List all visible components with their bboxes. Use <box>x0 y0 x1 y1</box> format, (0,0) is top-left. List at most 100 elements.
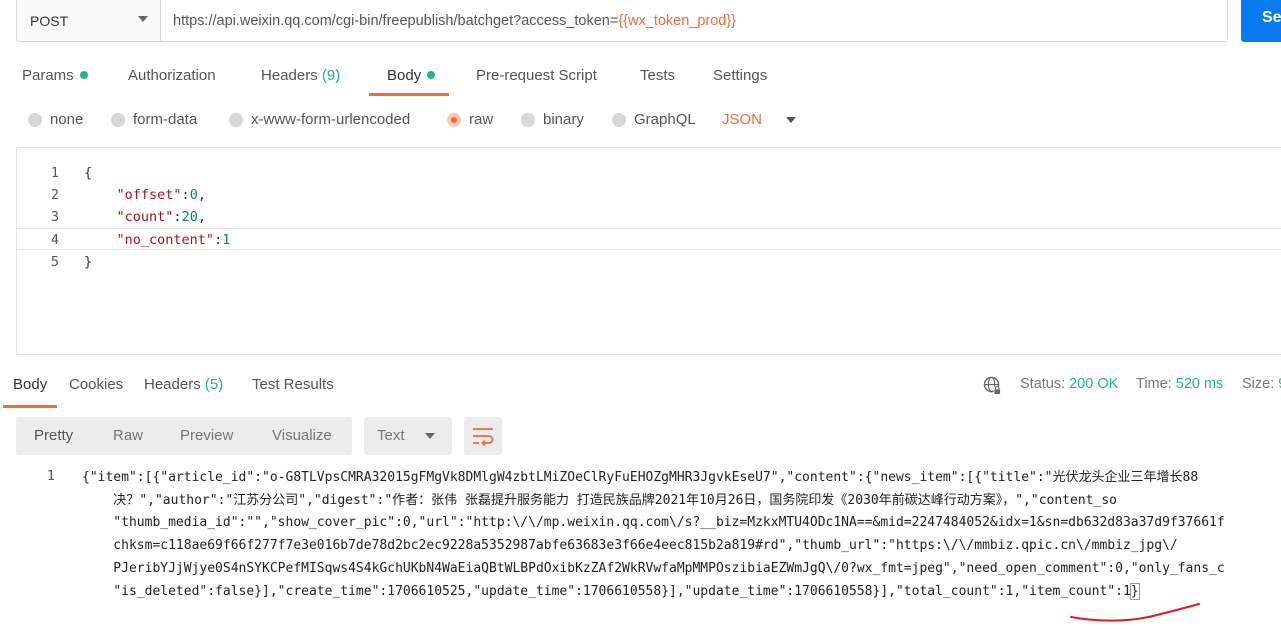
send-label: Se <box>1262 9 1281 26</box>
status-value: 200 OK <box>1069 376 1119 392</box>
format-label: Text <box>377 427 405 444</box>
chevron-down-icon <box>425 433 435 439</box>
matched-bracket: } <box>1129 582 1140 600</box>
response-line: {"item":[{"article_id":"o-G8TLVpsCMRA320… <box>82 470 1199 485</box>
tab-prerequest-script[interactable]: Pre-request Script <box>476 60 597 96</box>
radio-binary[interactable]: binary <box>521 111 584 128</box>
tab-body[interactable]: Body <box>368 60 450 96</box>
request-body-editor[interactable]: 1 { 2 "offset":0, 3 "count":20, 4 "no_co… <box>16 147 1281 355</box>
tab-label: Body <box>387 67 422 84</box>
response-body[interactable]: {"item":[{"article_id":"o-G8TLVpsCMRA320… <box>82 467 1281 603</box>
wrap-lines-icon[interactable] <box>464 417 502 455</box>
tab-label: Params <box>22 67 74 84</box>
network-globe-icon[interactable] <box>983 376 1002 395</box>
json-sep: : <box>214 232 223 248</box>
method-label: POST <box>30 12 69 29</box>
radio-label: none <box>50 111 84 128</box>
chevron-down-icon <box>138 16 148 22</box>
radio-icon <box>612 112 626 127</box>
radio-label: binary <box>543 111 584 128</box>
json-key: "count" <box>116 209 174 225</box>
tab-response-headers[interactable]: Headers (5) <box>144 376 223 393</box>
radio-raw[interactable]: raw <box>447 111 493 128</box>
tab-params[interactable]: Params <box>22 60 88 96</box>
json-comma: , <box>197 209 206 225</box>
code-line: 5 } <box>17 251 1281 273</box>
line-number: 2 <box>50 187 59 203</box>
response-format-select[interactable]: Text <box>364 417 452 455</box>
json-sep: : <box>173 209 182 225</box>
line-number: 5 <box>50 254 59 270</box>
radio-icon <box>521 112 535 127</box>
url-bar: POST https://api.weixin.qq.com/cgi-bin/f… <box>16 0 1228 42</box>
response-line: 决？","author":"江苏分公司","digest":"作者：张伟 张磊提… <box>82 492 1117 508</box>
url-input[interactable]: https://api.weixin.qq.com/cgi-bin/freepu… <box>161 0 1227 41</box>
tab-label: Authorization <box>128 67 216 84</box>
view-preview-button[interactable]: Preview <box>180 427 233 444</box>
view-visualize-button[interactable]: Visualize <box>272 427 332 444</box>
code-line: 1 { <box>17 162 1281 184</box>
code-line: 2 "offset":0, <box>17 184 1281 206</box>
status-label: Status: <box>1020 376 1066 392</box>
active-dot-icon <box>427 71 436 79</box>
radio-icon <box>28 112 42 127</box>
code-line-active: 4 "no_content":1 <box>17 228 1281 250</box>
code-text: } <box>84 251 92 273</box>
view-pretty-button[interactable]: Pretty <box>34 427 73 444</box>
time-indicator: Time: 520 ms <box>1136 376 1223 392</box>
code-text: { <box>84 162 92 184</box>
radio-label: x-www-form-urlencoded <box>251 111 411 128</box>
radio-icon <box>111 112 125 127</box>
json-key: "offset" <box>116 187 182 203</box>
active-dot-icon <box>79 71 88 79</box>
json-value: 0 <box>189 187 198 203</box>
tab-label: Cookies <box>69 376 124 393</box>
tab-tests[interactable]: Tests <box>640 60 675 96</box>
size-indicator: Size: 9 <box>1242 376 1281 392</box>
radio-label: raw <box>469 111 494 128</box>
tab-response-body[interactable]: Body <box>2 376 58 408</box>
response-line-number: 1 <box>47 469 55 484</box>
code-line: 3 "count":20, <box>17 206 1281 228</box>
line-number: 1 <box>50 165 59 181</box>
brace: { <box>84 165 93 181</box>
radio-urlencoded[interactable]: x-www-form-urlencoded <box>229 111 410 128</box>
send-button[interactable]: Se <box>1241 0 1281 42</box>
tab-label: Pre-request Script <box>476 67 597 84</box>
tab-authorization[interactable]: Authorization <box>128 60 216 96</box>
format-select[interactable]: JSON <box>722 111 797 128</box>
view-raw-button[interactable]: Raw <box>113 427 143 444</box>
url-text: https://api.weixin.qq.com/cgi-bin/freepu… <box>173 12 619 29</box>
method-select[interactable]: POST <box>17 0 161 41</box>
tab-settings[interactable]: Settings <box>713 60 767 96</box>
chevron-down-icon <box>786 116 797 123</box>
radio-form-data[interactable]: form-data <box>111 111 197 128</box>
code-text: "count":20, <box>84 206 206 228</box>
code-text: "no_content":1 <box>84 229 231 251</box>
view-mode-switch: Pretty Raw Preview Visualize <box>16 417 352 455</box>
tab-headers[interactable]: Headers (9) <box>261 60 340 96</box>
radio-selected-icon <box>447 112 461 127</box>
line-number: 4 <box>50 232 59 248</box>
radio-icon <box>229 112 243 127</box>
headers-count: (5) <box>204 376 224 393</box>
radio-label: form-data <box>133 111 198 128</box>
radio-none[interactable]: none <box>28 111 83 128</box>
response-tabs: Body Cookies Headers (5) Test Results St… <box>0 364 1281 408</box>
radio-label: GraphQL <box>634 111 696 128</box>
format-label: JSON <box>722 111 763 128</box>
red-underline-annotation <box>1070 603 1200 622</box>
radio-graphql[interactable]: GraphQL <box>612 111 696 128</box>
time-value: 520 ms <box>1175 376 1224 392</box>
json-value: 20 <box>181 209 198 225</box>
tab-test-results[interactable]: Test Results <box>252 376 334 393</box>
response-text: "is_deleted":false}],"create_time":17066… <box>82 583 1131 599</box>
line-number: 3 <box>50 209 59 225</box>
tab-label: Tests <box>640 67 676 84</box>
response-line: chksm=c118ae69f66f277f7e3e016b7de78d2bc2… <box>82 538 1178 554</box>
time-label: Time: <box>1136 376 1172 392</box>
json-comma: , <box>197 187 206 203</box>
tab-cookies[interactable]: Cookies <box>69 376 123 393</box>
code-text: "offset":0, <box>84 184 206 206</box>
headers-count: (9) <box>321 67 341 84</box>
